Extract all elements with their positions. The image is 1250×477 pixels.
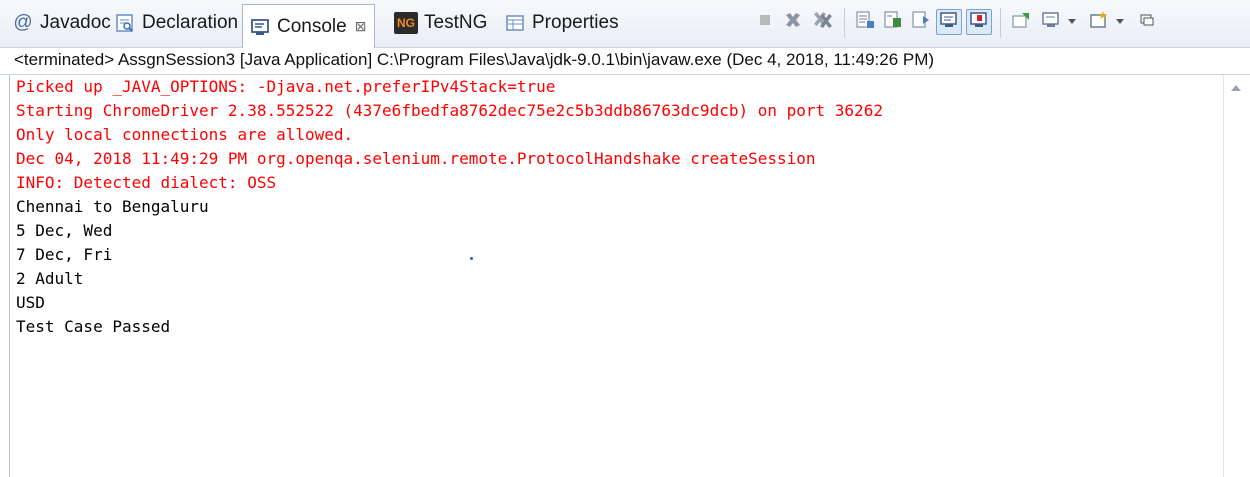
testng-icon: NG <box>394 12 418 34</box>
scroll-up-arrow-icon[interactable] <box>1231 85 1241 91</box>
terminate-icon <box>757 12 773 33</box>
tab-declaration[interactable]: Declaration <box>108 6 246 40</box>
new-console-icon <box>1089 10 1109 35</box>
console-line: 5 Dec, Wed <box>16 221 113 240</box>
word-wrap-button[interactable] <box>880 9 906 35</box>
console-line: 2 Adult <box>16 269 84 288</box>
tab-console[interactable]: Console ⊠ <box>242 4 376 48</box>
remove-all-terminated-icon <box>812 10 834 35</box>
show-console-on-output-icon <box>911 10 931 35</box>
chevron-down-icon <box>1115 13 1125 31</box>
vertical-scrollbar[interactable] <box>1223 75 1250 477</box>
pin-console-icon <box>1011 10 1031 35</box>
display-selected-console-icon <box>1041 10 1061 35</box>
display-selected-console-button[interactable] <box>1038 9 1064 35</box>
show-stdout-button[interactable] <box>936 9 962 35</box>
tab-testng[interactable]: NG TestNG <box>388 6 495 40</box>
tab-javadoc[interactable]: @ Javadoc <box>6 6 119 40</box>
show-console-on-output-button[interactable] <box>908 9 934 35</box>
scroll-lock-button[interactable] <box>852 9 878 35</box>
console-line: Dec 04, 2018 11:49:29 PM org.openqa.sele… <box>16 149 816 168</box>
pin-console-button[interactable] <box>1008 9 1034 35</box>
mouse-cursor-dot <box>470 257 473 260</box>
tab-console-label: Console <box>277 15 347 37</box>
console-line: USD <box>16 293 45 312</box>
display-console-dropdown[interactable] <box>1064 9 1080 35</box>
console-line: Only local connections are allowed. <box>16 125 354 144</box>
minimize-icon <box>1139 12 1155 33</box>
show-stdout-icon <box>939 10 959 35</box>
open-console-dropdown[interactable] <box>1112 9 1128 35</box>
console-line: Starting ChromeDriver 2.38.552522 (437e6… <box>16 101 883 120</box>
show-stderr-icon <box>969 10 989 35</box>
chevron-down-icon <box>1067 13 1077 31</box>
console-output[interactable]: Picked up _JAVA_OPTIONS: -Djava.net.pref… <box>9 75 1223 477</box>
open-console-button[interactable] <box>1086 9 1112 35</box>
view-menu-button[interactable] <box>1134 9 1160 35</box>
tab-javadoc-label: Javadoc <box>40 12 111 33</box>
tab-testng-label: TestNG <box>424 12 488 33</box>
console-line: Test Case Passed <box>16 317 171 336</box>
remove-all-terminated-button[interactable] <box>810 9 836 35</box>
tab-properties-label: Properties <box>532 12 619 33</box>
remove-launch-icon <box>783 10 803 35</box>
view-tab-bar: @ Javadoc Declaration Console ⊠ NG TestN… <box>0 0 1250 48</box>
tab-properties[interactable]: Properties <box>498 6 627 40</box>
terminate-button[interactable] <box>752 9 778 35</box>
process-status-line: <terminated> AssgnSession3 [Java Applica… <box>0 48 1250 75</box>
declaration-icon <box>114 12 136 34</box>
show-stderr-button[interactable] <box>966 9 992 35</box>
console-line: Picked up _JAVA_OPTIONS: -Djava.net.pref… <box>16 77 556 96</box>
properties-icon <box>504 12 526 34</box>
remove-launch-button[interactable] <box>780 9 806 35</box>
scroll-lock-icon <box>855 10 875 35</box>
tab-declaration-label: Declaration <box>142 12 239 33</box>
console-line: 7 Dec, Fri <box>16 245 113 264</box>
close-tab-icon[interactable]: ⊠ <box>355 18 367 35</box>
console-line: Chennai to Bengaluru <box>16 197 209 216</box>
console-line: INFO: Detected dialect: OSS <box>16 173 277 192</box>
console-icon <box>249 16 271 38</box>
at-sign-icon: @ <box>13 12 33 33</box>
word-wrap-icon <box>883 10 903 35</box>
